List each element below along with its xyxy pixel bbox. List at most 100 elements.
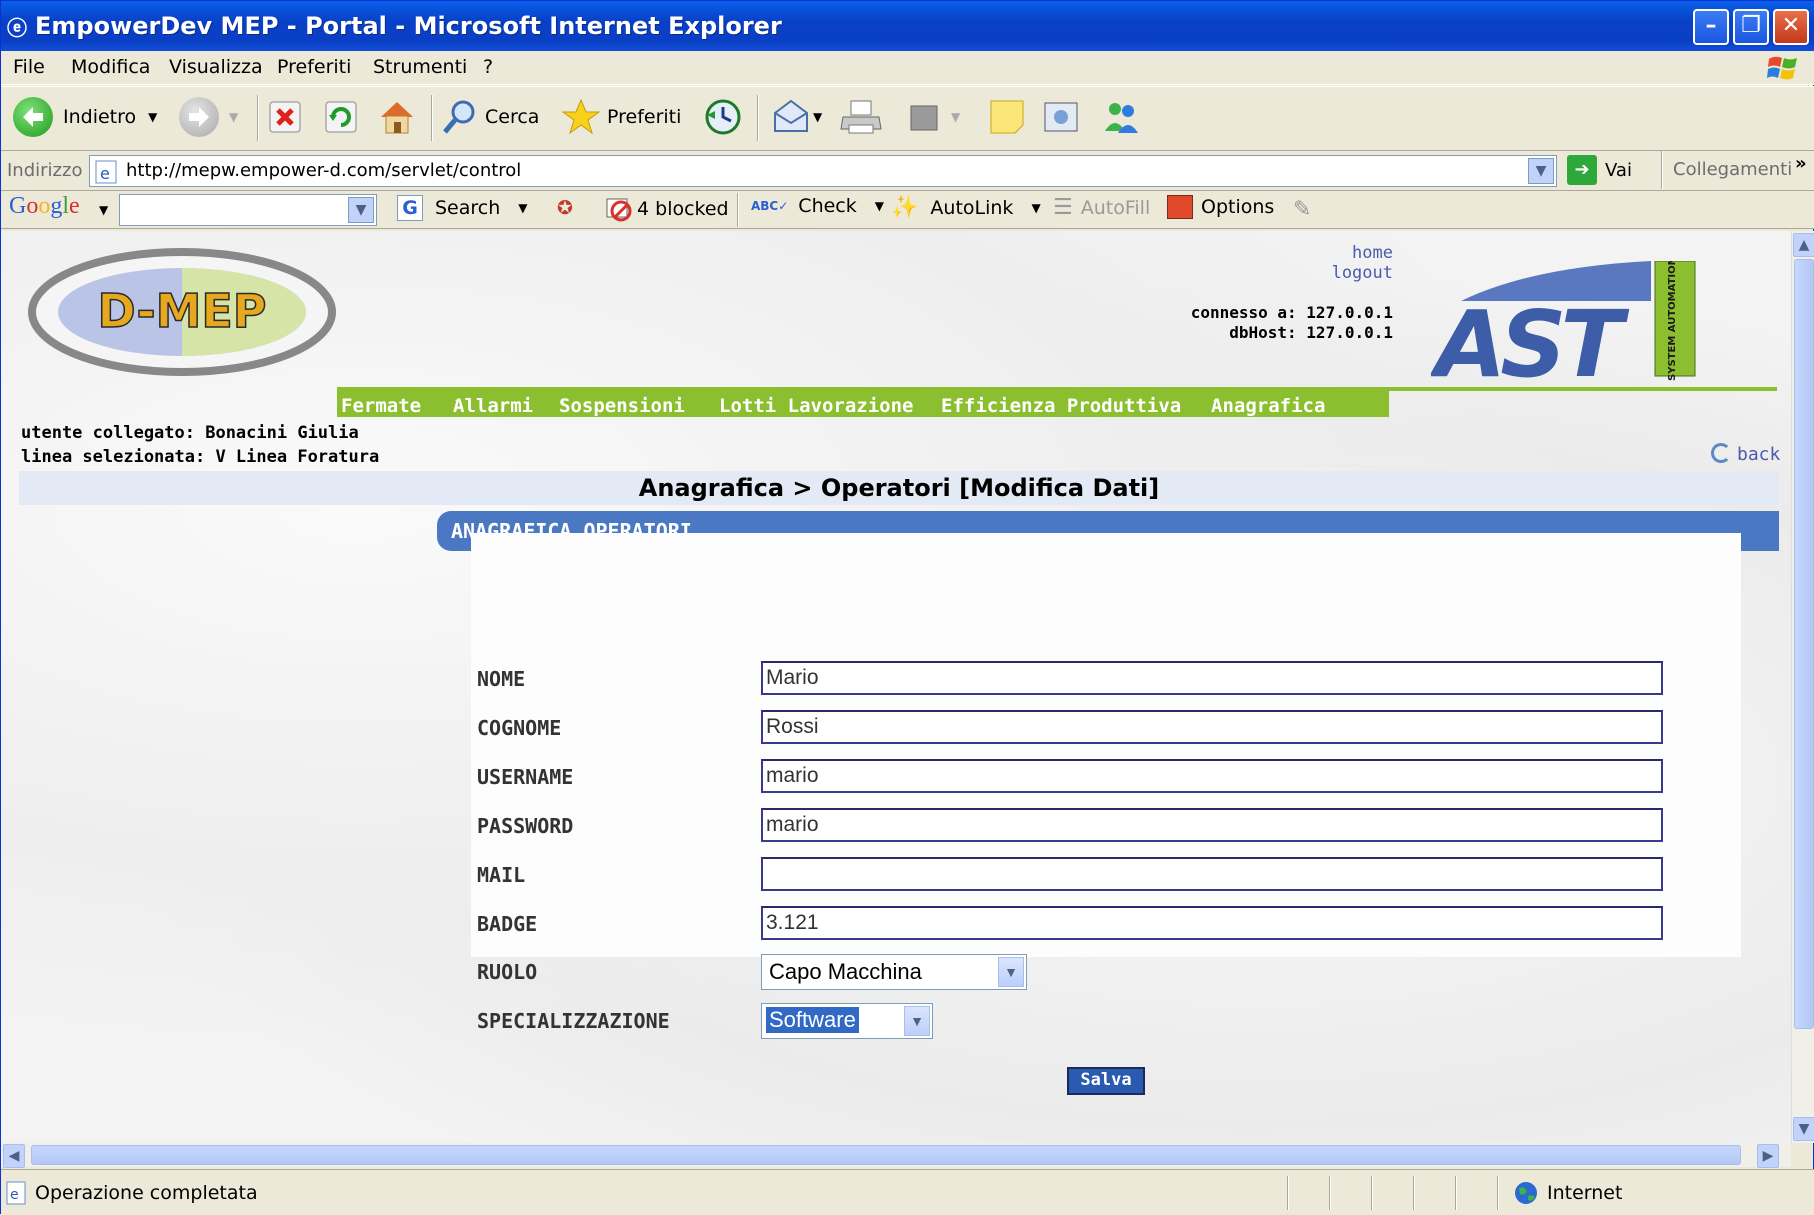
messenger-button[interactable] [1101, 95, 1141, 139]
vertical-scrollbar[interactable]: ▲ ▼ [1791, 231, 1814, 1143]
nome-input[interactable] [761, 661, 1663, 695]
cognome-input[interactable] [761, 710, 1663, 744]
back-dropdown-icon[interactable]: ▼ [148, 110, 157, 124]
menu-preferiti[interactable]: Preferiti [277, 56, 351, 78]
google-logo[interactable]: Google [9, 193, 80, 220]
google-search-dropdown-icon[interactable]: ▼ [348, 197, 374, 223]
mail-icon [774, 99, 808, 132]
minimize-button[interactable]: – [1693, 9, 1729, 45]
field-row-badge: BADGE [471, 906, 1741, 942]
username-input[interactable] [761, 759, 1663, 793]
history-button[interactable] [703, 95, 743, 139]
field-row-username: USERNAME [471, 759, 1741, 795]
sticky-note-icon [990, 100, 1024, 134]
autofill-button[interactable]: ☰ AutoFill [1053, 195, 1150, 220]
address-dropdown-icon[interactable]: ▼ [1528, 158, 1554, 184]
go-button[interactable]: ➔ Vai [1567, 155, 1632, 185]
google-search-input[interactable]: ▼ [119, 194, 377, 226]
links-chevron-icon[interactable]: » [1795, 153, 1807, 174]
mail-label: MAIL [477, 863, 526, 887]
home-button[interactable] [377, 95, 417, 139]
ruolo-dropdown-icon[interactable]: ▼ [998, 957, 1024, 987]
google-search-label: Search [435, 197, 501, 219]
search-button[interactable]: Cerca [441, 95, 539, 139]
spell-check-icon: ABC✓ [751, 199, 789, 213]
popup-blocker-button[interactable]: 4 blocked [605, 195, 729, 223]
logged-user: utente collegato: Bonacini Giulia [21, 423, 359, 443]
autofill-icon: ☰ [1053, 195, 1073, 220]
print-button[interactable] [839, 95, 883, 139]
edit-dropdown-icon: ▼ [951, 110, 961, 124]
google-search-button[interactable]: G Search ▼ [397, 195, 528, 221]
blocked-count: 4 blocked [637, 198, 729, 220]
favorites-button[interactable]: Preferiti [561, 95, 681, 139]
autolink-button[interactable]: ✨ AutoLink ▼ [891, 195, 1041, 220]
address-input[interactable]: e http://mepw.empower-d.com/servlet/cont… [89, 155, 1557, 187]
badge-label: BADGE [477, 912, 538, 936]
menu-help[interactable]: ? [483, 56, 493, 78]
back-button[interactable]: Indietro ▼ [13, 95, 157, 139]
edit-button[interactable]: ▼ [907, 95, 960, 139]
go-arrow-icon: ➔ [1567, 155, 1597, 185]
username-label: USERNAME [477, 765, 574, 789]
mail-input[interactable] [761, 857, 1663, 891]
title-bar[interactable]: ⓔ EmpowerDev MEP - Portal - Microsoft In… [1, 1, 1814, 51]
scroll-left-icon[interactable]: ◀ [3, 1144, 25, 1168]
scroll-up-icon[interactable]: ▲ [1793, 233, 1814, 257]
horizontal-scroll-thumb[interactable] [31, 1145, 1741, 1165]
forward-dropdown-icon: ▼ [229, 110, 239, 124]
dmep-logo: D-MEP [28, 248, 336, 376]
history-icon [705, 99, 741, 135]
forward-arrow-icon [179, 97, 219, 137]
specializzazione-select[interactable]: Software ▼ [761, 1003, 933, 1039]
save-button[interactable]: Salva [1067, 1067, 1145, 1095]
home-link[interactable]: home [1332, 243, 1393, 263]
password-input[interactable] [761, 808, 1663, 842]
menu-strumenti[interactable]: Strumenti [373, 56, 467, 78]
logout-link[interactable]: logout [1332, 263, 1393, 283]
horizontal-scrollbar[interactable]: ◀ ▶ [1, 1143, 1791, 1168]
close-button[interactable]: ✕ [1773, 9, 1809, 45]
notes-button[interactable] [987, 95, 1027, 139]
print-icon [840, 100, 882, 134]
google-menu-dropdown-icon[interactable]: ▼ [99, 203, 108, 217]
check-dropdown-icon[interactable]: ▼ [875, 199, 884, 213]
google-search-options-icon[interactable]: ▼ [518, 201, 527, 215]
address-bar: Indirizzo e http://mepw.empower-d.com/se… [1, 151, 1814, 191]
ruolo-select[interactable]: Capo Macchina ▼ [761, 954, 1027, 990]
autolink-dropdown-icon[interactable]: ▼ [1031, 201, 1040, 215]
badge-input[interactable] [761, 906, 1663, 940]
back-link[interactable]: back [1711, 443, 1780, 465]
selected-line: linea selezionata: V Linea Foratura [21, 447, 380, 467]
page-rank-icon[interactable]: ✪ [557, 197, 573, 219]
field-row-ruolo: RUOLO Capo Macchina ▼ [471, 954, 1741, 990]
research-button[interactable] [1041, 95, 1081, 139]
ie-page-icon: e [95, 160, 117, 184]
stop-button[interactable] [267, 95, 303, 139]
maximize-button[interactable]: ❐ [1733, 9, 1769, 45]
specializzazione-dropdown-icon[interactable]: ▼ [904, 1006, 930, 1036]
options-button[interactable]: Options [1167, 195, 1274, 219]
spell-check-button[interactable]: ABC✓ Check ▼ [751, 195, 884, 217]
highlighter-icon[interactable]: ✎ [1293, 197, 1311, 222]
forward-button[interactable]: ▼ [179, 95, 238, 139]
refresh-icon [325, 101, 357, 133]
scroll-down-icon[interactable]: ▼ [1793, 1117, 1814, 1141]
search-label: Cerca [485, 106, 540, 128]
mail-button[interactable]: ▼ [771, 95, 822, 139]
google-g-icon: G [397, 195, 423, 221]
refresh-button[interactable] [323, 95, 359, 139]
menu-modifica[interactable]: Modifica [71, 56, 150, 78]
links-label[interactable]: Collegamenti [1673, 159, 1792, 180]
popup-blocked-icon [606, 198, 632, 222]
options-label: Options [1201, 196, 1275, 218]
options-icon [1167, 195, 1193, 219]
standard-toolbar: Indietro ▼ ▼ Cerca Preferiti ▼ ▼ [1, 86, 1814, 151]
scroll-right-icon[interactable]: ▶ [1757, 1144, 1779, 1168]
menu-file[interactable]: File [13, 56, 45, 78]
menu-visualizza[interactable]: Visualizza [169, 56, 263, 78]
svg-text:SYSTEM AUTOMATION: SYSTEM AUTOMATION [1667, 261, 1678, 381]
mail-dropdown-icon[interactable]: ▼ [813, 110, 822, 124]
vertical-scroll-thumb[interactable] [1794, 259, 1814, 1029]
page-status-icon: e [6, 1181, 26, 1205]
